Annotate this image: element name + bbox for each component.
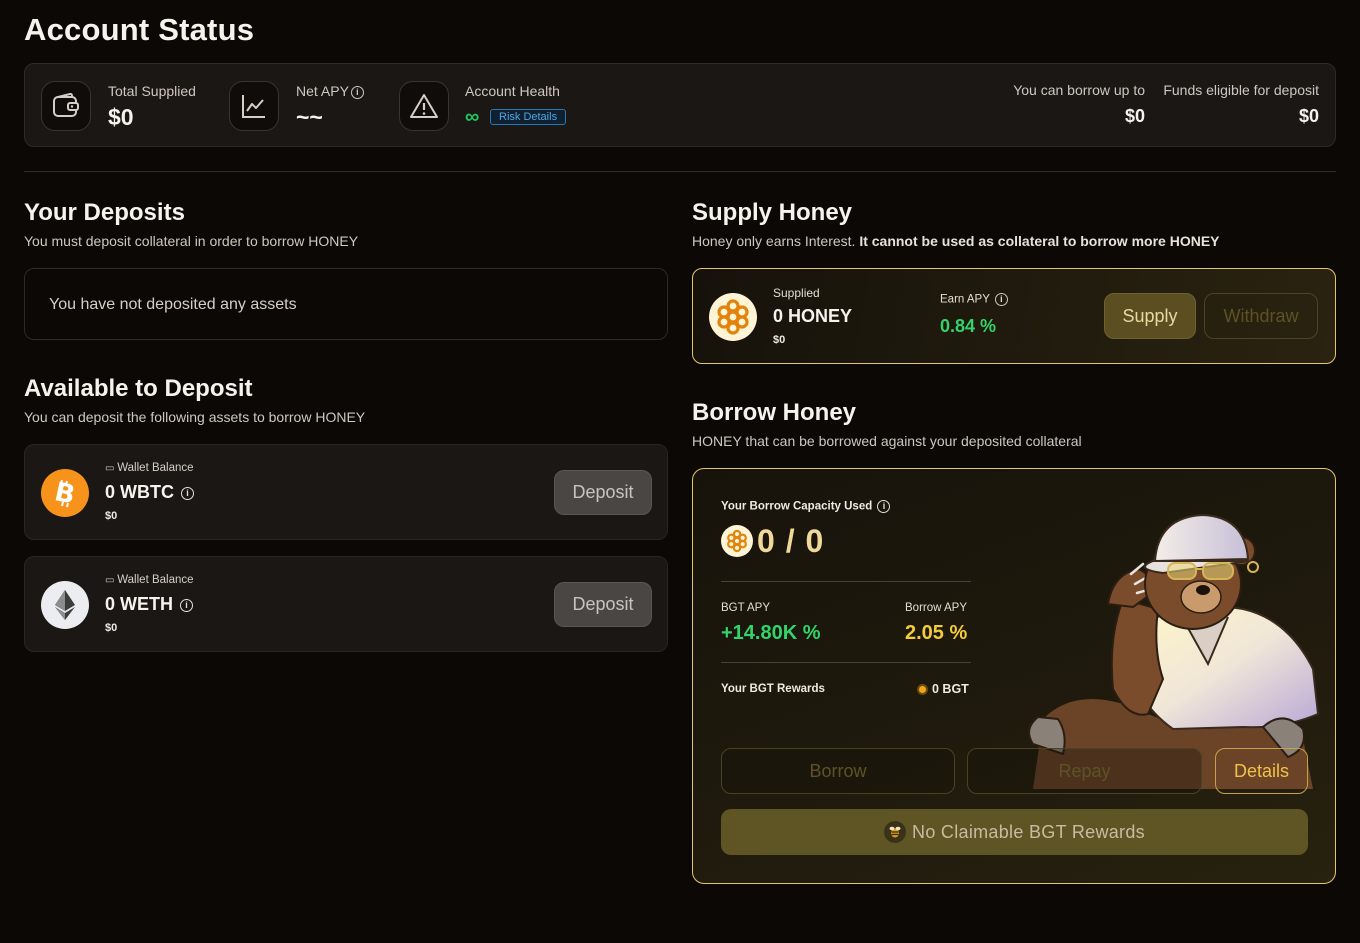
info-icon[interactable]: i <box>994 293 1008 306</box>
supply-button[interactable]: Supply <box>1104 293 1196 339</box>
withdraw-button[interactable]: Withdraw <box>1204 293 1318 339</box>
divider <box>24 171 1336 172</box>
supplied-amount: 0 HONEY <box>773 306 853 326</box>
info-icon[interactable]: i <box>350 85 364 99</box>
bitcoin-icon: B <box>41 469 89 517</box>
bgt-rewards-label: Your BGT Rewards <box>721 683 825 695</box>
deposit-wbtc-button[interactable]: Deposit <box>554 470 652 515</box>
supplied-label: Supplied <box>773 286 820 300</box>
wallet-balance-label: ▭ Wallet Balance <box>105 574 194 586</box>
borrow-apy-value: 2.05 % <box>905 622 968 644</box>
info-icon[interactable]: i <box>877 500 891 513</box>
total-supplied-label: Total Supplied <box>108 83 196 99</box>
weth-amount: 0 WETH i <box>105 594 194 615</box>
total-supplied-value: $0 <box>108 104 134 130</box>
account-health-label: Account Health <box>465 83 560 99</box>
bgt-apy-value: +14.80K % <box>721 622 821 644</box>
divider <box>721 581 971 582</box>
repay-button[interactable]: Repay <box>967 748 1202 794</box>
bgt-token-icon <box>917 683 928 695</box>
bear-illustration <box>1028 513 1320 789</box>
divider <box>721 662 971 663</box>
deposits-empty-state: You have not deposited any assets <box>24 268 668 340</box>
svg-text:B: B <box>52 478 78 508</box>
borrow-apy-label: Borrow APY <box>905 602 967 614</box>
supply-honey-card: Supplied 0 HONEY $0 Earn APY i 0.84 % Su… <box>692 268 1336 364</box>
asset-card-weth: ▭ Wallet Balance 0 WETH i $0 Deposit <box>24 556 668 652</box>
borrow-capacity-label: Your Borrow Capacity Used i <box>721 500 891 513</box>
honey-icon <box>721 525 753 557</box>
wallet-icon: ▭ <box>105 463 118 474</box>
wallet-icon: ▭ <box>105 575 118 586</box>
deposit-weth-button[interactable]: Deposit <box>554 582 652 627</box>
wbtc-amount: 0 WBTC i <box>105 482 195 503</box>
details-button[interactable]: Details <box>1215 748 1308 794</box>
chart-line-icon <box>229 81 279 131</box>
borrow-up-to-label: You can borrow up to <box>1013 82 1145 98</box>
funds-eligible-value: $0 <box>1298 106 1319 126</box>
wallet-balance-label: ▭ Wallet Balance <box>105 462 194 474</box>
borrow-button[interactable]: Borrow <box>721 748 955 794</box>
bgt-rewards-value: 0 BGT <box>917 682 969 696</box>
supplied-usd: $0 <box>773 334 786 346</box>
info-icon[interactable]: i <box>181 486 195 500</box>
borrow-capacity-value: 0 / 0 <box>757 523 825 559</box>
info-icon[interactable]: i <box>180 598 194 612</box>
borrow-up-to-value: $0 <box>1124 106 1145 126</box>
deposits-subtitle: You must deposit collateral in order to … <box>24 233 359 249</box>
available-subtitle: You can deposit the following assets to … <box>24 409 366 425</box>
supply-subtitle: Honey only earns Interest. It cannot be … <box>692 233 1220 249</box>
available-title: Available to Deposit <box>24 375 253 402</box>
borrow-title: Borrow Honey <box>692 399 857 426</box>
funds-eligible: Funds eligible for deposit $0 <box>1163 82 1319 127</box>
funds-eligible-label: Funds eligible for deposit <box>1163 82 1319 98</box>
borrow-up-to: You can borrow up to $0 <box>1013 82 1145 127</box>
claim-bgt-rewards-button[interactable]: No Claimable BGT Rewards <box>721 809 1308 855</box>
honey-icon <box>709 293 757 341</box>
bee-icon <box>884 821 907 843</box>
warning-icon <box>399 81 449 131</box>
account-status-bar: Total Supplied $0 Net APY i ~~ Account He… <box>24 63 1336 147</box>
wallet-icon <box>41 81 91 131</box>
earn-apy-label: Earn APY i <box>940 293 1008 306</box>
risk-details-button[interactable]: Risk Details <box>490 109 567 125</box>
bgt-apy-label: BGT APY <box>721 602 771 614</box>
asset-card-wbtc: B ▭ Wallet Balance 0 WBTC i $0 Deposit <box>24 444 668 540</box>
account-health-value: ∞ <box>465 106 480 128</box>
net-apy-value: ~~ <box>296 104 323 130</box>
weth-usd: $0 <box>105 622 118 634</box>
supply-title: Supply Honey <box>692 199 853 226</box>
borrow-subtitle: HONEY that can be borrowed against your … <box>692 433 1082 449</box>
deposits-empty-text: You have not deposited any assets <box>49 296 297 313</box>
net-apy-label: Net APY i <box>296 83 364 99</box>
wbtc-usd: $0 <box>105 510 118 522</box>
deposits-title: Your Deposits <box>24 199 185 226</box>
borrow-honey-card: Your Borrow Capacity Used i 0 / 0 BGT AP… <box>692 468 1336 884</box>
page-title: Account Status <box>24 12 255 47</box>
earn-apy-value: 0.84 % <box>940 316 997 336</box>
ethereum-icon <box>41 581 89 629</box>
